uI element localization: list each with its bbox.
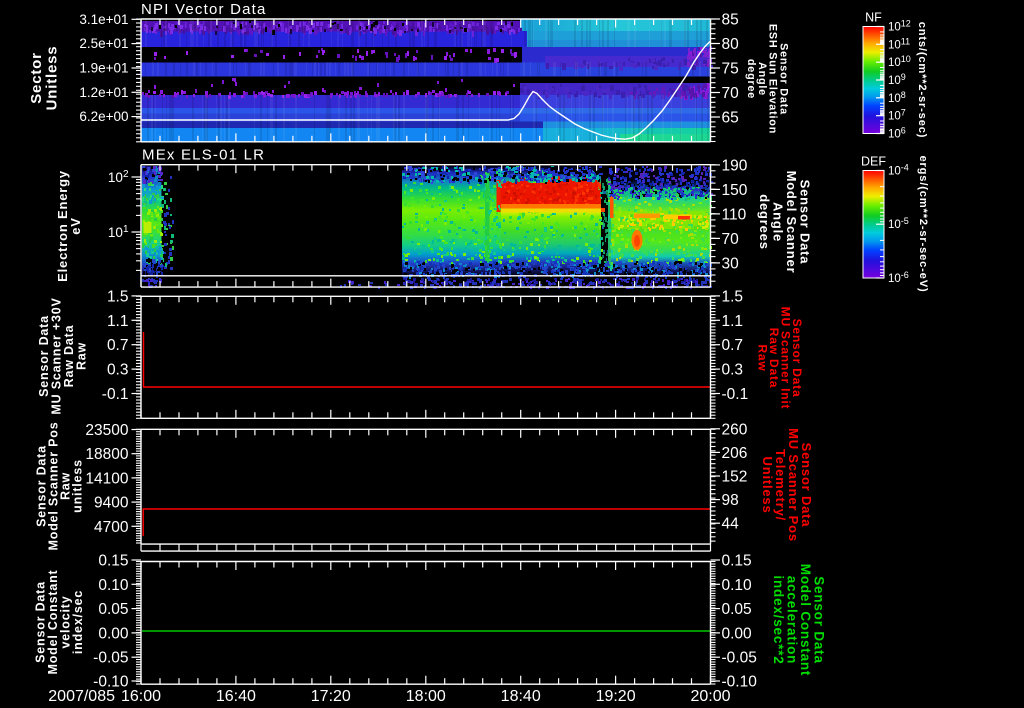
svg-text:MEx ELS-01 LR: MEx ELS-01 LR (142, 147, 265, 164)
svg-text:65: 65 (722, 110, 739, 127)
svg-text:NPI Vector Data: NPI Vector Data (141, 1, 267, 18)
svg-text:-0.05: -0.05 (722, 650, 757, 667)
svg-text:152: 152 (722, 469, 748, 486)
svg-text:0.3: 0.3 (107, 362, 129, 379)
svg-text:DEF: DEF (861, 155, 886, 169)
svg-text:3.1e+01: 3.1e+01 (79, 12, 128, 27)
svg-text:2007/085: 2007/085 (48, 688, 115, 705)
svg-text:9400: 9400 (94, 495, 129, 512)
svg-text:44: 44 (722, 516, 740, 533)
svg-text:150: 150 (722, 182, 748, 199)
svg-text:0.15: 0.15 (722, 553, 752, 570)
svg-text:0.05: 0.05 (722, 601, 752, 618)
svg-text:190: 190 (722, 157, 748, 174)
svg-text:0.00: 0.00 (722, 625, 753, 642)
svg-text:Raw: Raw (756, 344, 770, 371)
svg-text:0.15: 0.15 (98, 553, 128, 570)
svg-text:16:40: 16:40 (216, 688, 256, 705)
svg-text:-0.1: -0.1 (102, 386, 129, 403)
svg-text:4700: 4700 (94, 519, 129, 536)
svg-text:Unitless: Unitless (44, 46, 61, 111)
svg-text:18:40: 18:40 (501, 688, 541, 705)
svg-text:70: 70 (722, 231, 740, 248)
svg-text:6.2e+00: 6.2e+00 (79, 109, 128, 124)
svg-text:18800: 18800 (85, 446, 128, 463)
svg-text:16:00: 16:00 (121, 688, 161, 705)
svg-text:-0.05: -0.05 (93, 650, 128, 667)
svg-text:1.1: 1.1 (722, 313, 744, 330)
svg-text:cnts/(cm**2-sr-sec): cnts/(cm**2-sr-sec) (916, 22, 928, 139)
svg-text:20:00: 20:00 (690, 688, 730, 705)
svg-text:0.3: 0.3 (722, 362, 744, 379)
svg-text:index/sec: index/sec (71, 590, 85, 654)
svg-text:0.7: 0.7 (107, 337, 129, 354)
svg-text:1.5: 1.5 (107, 288, 129, 305)
svg-text:1.2e+01: 1.2e+01 (79, 85, 128, 100)
svg-text:260: 260 (722, 421, 748, 438)
svg-text:0.05: 0.05 (98, 601, 128, 618)
svg-text:85: 85 (722, 12, 739, 29)
svg-text:eV: eV (68, 217, 83, 235)
svg-text:0.10: 0.10 (98, 577, 129, 594)
svg-text:23500: 23500 (85, 422, 128, 439)
svg-text:0.7: 0.7 (722, 337, 744, 354)
svg-text:0.10: 0.10 (722, 577, 753, 594)
svg-text:18:00: 18:00 (406, 688, 446, 705)
svg-text:1.5: 1.5 (722, 288, 744, 305)
svg-text:14100: 14100 (85, 470, 128, 487)
svg-text:Sector: Sector (28, 52, 45, 104)
svg-text:80: 80 (722, 36, 740, 53)
svg-text:30: 30 (722, 255, 740, 272)
svg-text:206: 206 (722, 445, 748, 462)
svg-text:index/sec**2: index/sec**2 (771, 575, 786, 664)
svg-text:NF: NF (865, 11, 882, 25)
svg-text:unitless: unitless (70, 459, 84, 513)
svg-text:110: 110 (722, 206, 747, 223)
svg-text:ergs/(cm**2-sr-sec-eV): ergs/(cm**2-sr-sec-eV) (917, 156, 929, 293)
svg-text:1.9e+01: 1.9e+01 (79, 61, 128, 76)
svg-text:1.1: 1.1 (107, 313, 129, 330)
svg-text:75: 75 (722, 61, 739, 78)
svg-text:70: 70 (722, 85, 740, 102)
svg-text:-0.1: -0.1 (722, 386, 749, 403)
svg-text:Unitless: Unitless (760, 457, 775, 514)
svg-text:Raw: Raw (75, 342, 89, 370)
svg-text:19:20: 19:20 (596, 688, 636, 705)
svg-text:0.00: 0.00 (98, 625, 129, 642)
svg-text:degrees: degrees (757, 194, 772, 249)
svg-text:98: 98 (722, 492, 739, 509)
svg-text:17:20: 17:20 (311, 688, 351, 705)
svg-text:2.5e+01: 2.5e+01 (79, 36, 128, 51)
svg-text:degree: degree (745, 59, 757, 99)
